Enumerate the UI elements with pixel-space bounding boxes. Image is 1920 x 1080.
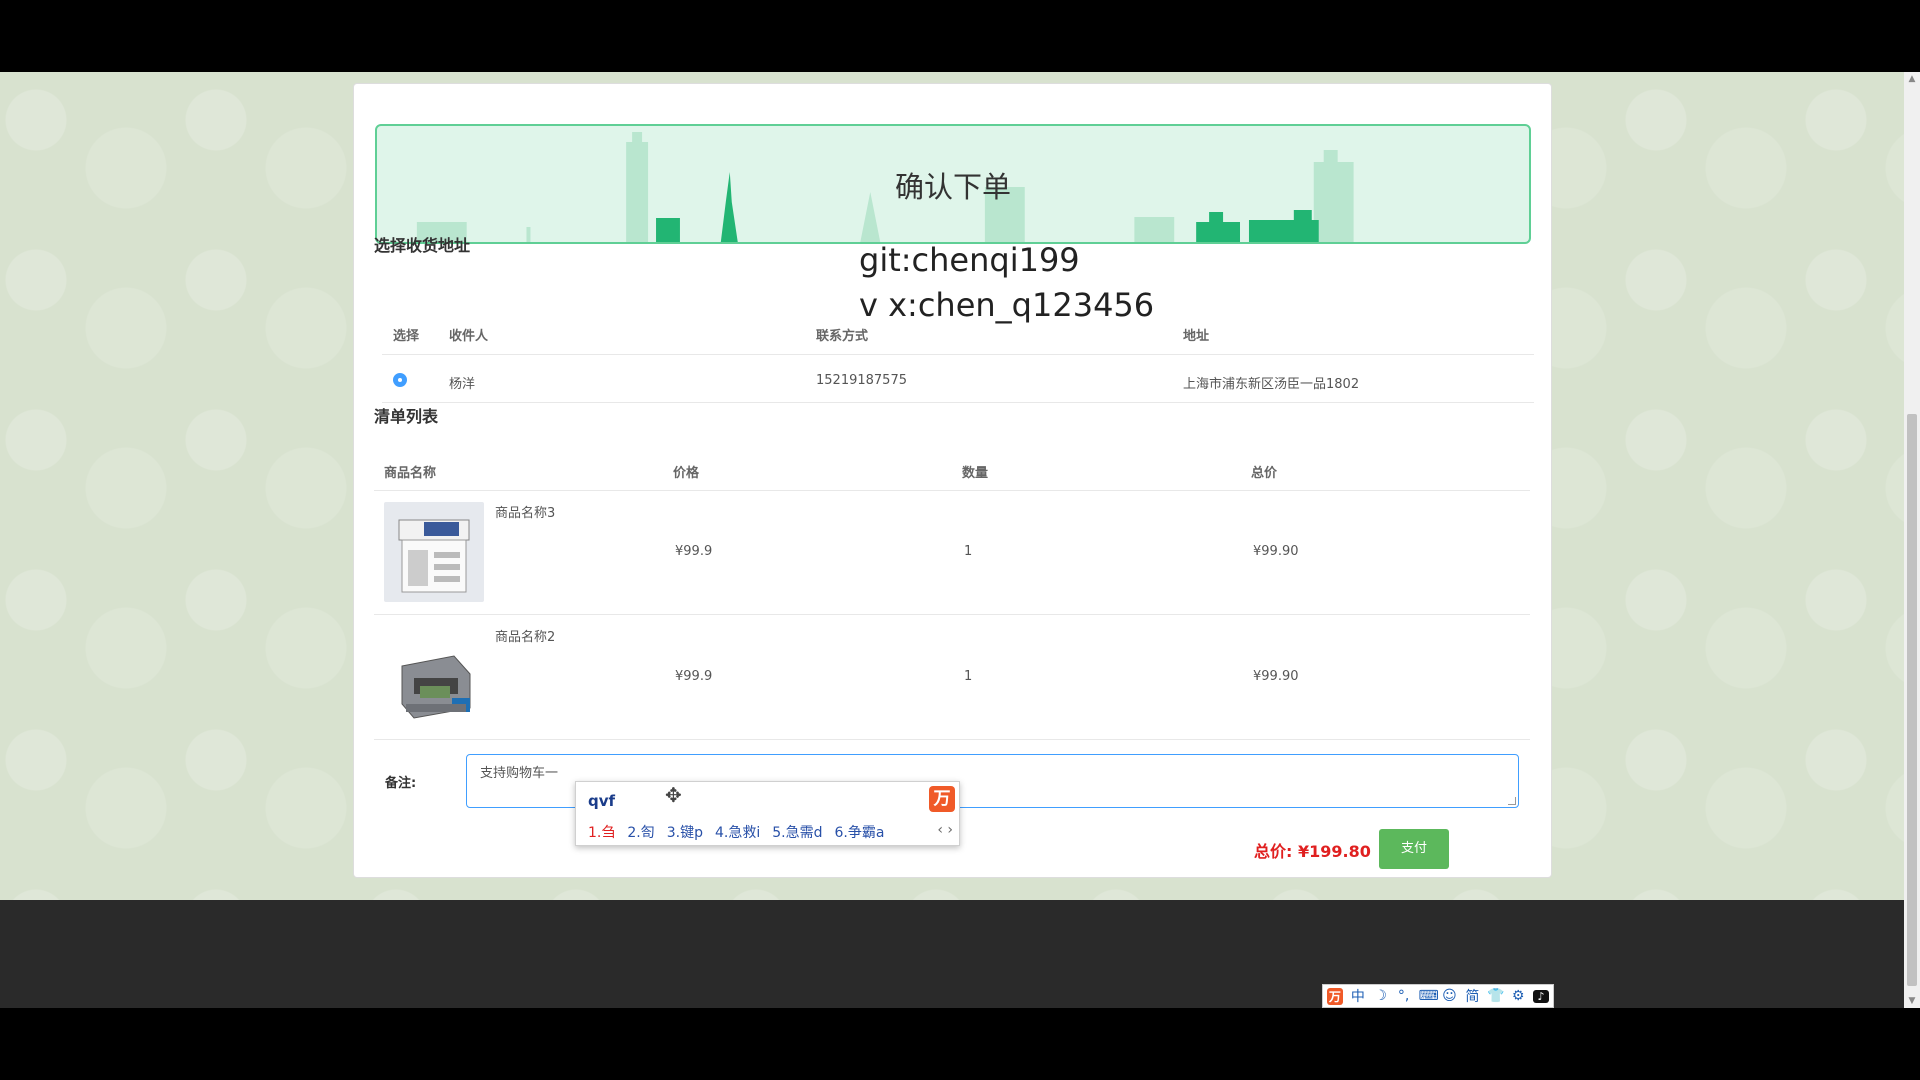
product-price: ¥99.9 bbox=[675, 544, 713, 559]
product-name: 商品名称2 bbox=[495, 630, 556, 645]
ime-candidate[interactable]: 1.刍 bbox=[588, 825, 615, 841]
order-total: 总价: ¥199.80 bbox=[1254, 838, 1371, 862]
table-divider bbox=[374, 490, 1530, 491]
ime-candidate-popup[interactable]: qvf 万 1.刍 2.匌 3.键p 4.急救i 5.急需d 6.争霸a ‹ › bbox=[575, 781, 960, 846]
copier-machine-image[interactable] bbox=[384, 502, 484, 602]
col-header-contact: 联系方式 bbox=[816, 329, 869, 344]
scroll-up-icon[interactable]: ▲ bbox=[1904, 72, 1920, 86]
confirm-order-banner: 确认下单 bbox=[375, 124, 1531, 244]
sogou-logo-icon[interactable]: 万 bbox=[929, 786, 955, 812]
product-qty: 1 bbox=[964, 669, 973, 684]
page-footer bbox=[0, 900, 1904, 1008]
ime-candidate[interactable]: 6.争霸a bbox=[834, 825, 884, 841]
browser-viewport: 确认下单 选择收货地址 git:chenqi199 v x:chen_q1234… bbox=[0, 72, 1920, 1008]
remark-text: 支持购物车一 bbox=[480, 766, 559, 781]
remark-label: 备注: bbox=[385, 776, 417, 791]
ime-candidate[interactable]: 3.键p bbox=[667, 825, 703, 841]
address-section-title: 选择收货地址 bbox=[374, 236, 471, 255]
col-header-select: 选择 bbox=[393, 329, 420, 344]
ime-toolbar[interactable]: 万 中 ☽ °, ⌨ ☺ 简 👕 ⚙ ♪ bbox=[1322, 984, 1554, 1008]
col-header-address: 地址 bbox=[1183, 329, 1210, 344]
ime-candidate-list[interactable]: 1.刍 2.匌 3.键p 4.急救i 5.急需d 6.争霸a bbox=[588, 822, 896, 842]
product-total: ¥99.90 bbox=[1253, 669, 1299, 684]
address-contact: 15219187575 bbox=[816, 373, 907, 388]
table-divider bbox=[382, 402, 1534, 403]
product-total: ¥99.90 bbox=[1253, 544, 1299, 559]
scroll-down-icon[interactable]: ▼ bbox=[1904, 994, 1920, 1008]
settings-gear-icon[interactable]: ⚙ bbox=[1510, 988, 1526, 1004]
resize-handle-icon[interactable] bbox=[1508, 797, 1516, 805]
sogou-tray-icon[interactable]: 万 bbox=[1327, 987, 1343, 1005]
vertical-scrollbar[interactable]: ▲ ▼ bbox=[1904, 72, 1920, 1008]
table-divider bbox=[374, 739, 1530, 740]
address-radio[interactable] bbox=[393, 373, 407, 387]
ime-candidate[interactable]: 2.匌 bbox=[627, 825, 654, 841]
chinese-mode-icon[interactable]: 中 bbox=[1350, 986, 1366, 1006]
move-cursor-icon: ✥ bbox=[665, 783, 682, 807]
keyboard-icon[interactable]: ⌨ bbox=[1419, 988, 1439, 1004]
scroll-thumb[interactable] bbox=[1907, 414, 1917, 986]
col-header-recipient: 收件人 bbox=[449, 329, 489, 344]
user-icon[interactable]: ☺ bbox=[1442, 988, 1458, 1004]
total-label: 总价: bbox=[1254, 842, 1293, 861]
page-title: 确认下单 bbox=[894, 170, 1011, 204]
ime-page-arrows-icon[interactable]: ‹ › bbox=[937, 822, 953, 838]
ime-candidate[interactable]: 5.急需d bbox=[772, 825, 822, 841]
moon-icon[interactable]: ☽ bbox=[1373, 988, 1389, 1004]
skin-icon[interactable]: 👕 bbox=[1487, 988, 1504, 1004]
pay-button[interactable]: 支付 bbox=[1379, 829, 1449, 869]
product-name: 商品名称3 bbox=[495, 506, 556, 521]
simplified-icon[interactable]: 简 bbox=[1464, 986, 1480, 1006]
col-header-name: 商品名称 bbox=[384, 466, 437, 481]
product-qty: 1 bbox=[964, 544, 973, 559]
col-header-total: 总价 bbox=[1251, 466, 1278, 481]
table-divider bbox=[374, 614, 1530, 615]
table-divider bbox=[382, 354, 1534, 355]
ime-candidate[interactable]: 4.急救i bbox=[715, 825, 760, 841]
col-header-price: 价格 bbox=[673, 466, 700, 481]
watermark-line-2: v x:chen_q123456 bbox=[859, 286, 1155, 324]
total-value: ¥199.80 bbox=[1297, 842, 1371, 861]
watermark-line-1: git:chenqi199 bbox=[859, 241, 1080, 279]
product-price: ¥99.9 bbox=[675, 669, 713, 684]
address-detail: 上海市浦东新区汤臣一品1802 bbox=[1183, 377, 1360, 392]
order-card: 确认下单 选择收货地址 git:chenqi199 v x:chen_q1234… bbox=[353, 83, 1552, 878]
cart-section-title: 清单列表 bbox=[374, 407, 439, 426]
address-recipient: 杨洋 bbox=[449, 377, 476, 392]
money-counter-image[interactable] bbox=[384, 626, 484, 726]
ime-composition-text: qvf bbox=[588, 792, 616, 810]
col-header-qty: 数量 bbox=[962, 466, 989, 481]
punctuation-icon[interactable]: °, bbox=[1396, 988, 1412, 1004]
tiktok-icon[interactable]: ♪ bbox=[1533, 989, 1549, 1003]
